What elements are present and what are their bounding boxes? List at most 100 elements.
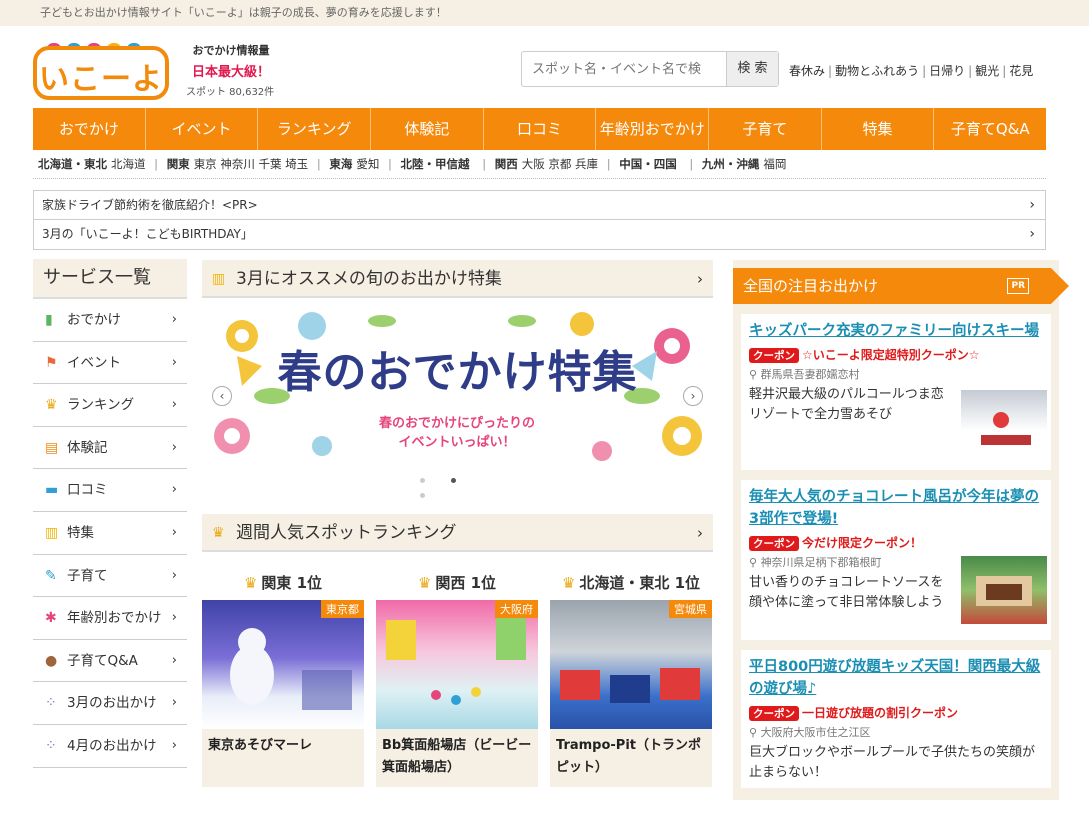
chevron-right-icon: › <box>697 524 703 542</box>
nav-item[interactable]: 子育てQ&A <box>934 108 1046 150</box>
nav-item[interactable]: 体験記 <box>371 108 484 150</box>
nav-item[interactable]: 年齢別おでかけ <box>596 108 710 150</box>
featured-card-title[interactable]: 毎年大人気のチョコレート風呂が今年は夢の3部作で登場! <box>749 486 1043 530</box>
area-pref[interactable]: 埼玉 <box>285 157 308 171</box>
flag-icon: ⚑ <box>45 354 58 371</box>
photo-illustration <box>230 628 352 710</box>
featured-header: 全国の注目お出かけ PR <box>733 268 1069 304</box>
ranking-title: 週間人気スポットランキング <box>236 523 457 543</box>
service-item[interactable]: ▮ おでかけ › <box>33 299 187 342</box>
area-region[interactable]: 東海 <box>329 157 352 171</box>
area-region[interactable]: 関西 <box>495 157 518 171</box>
area-region[interactable]: 北海道・東北 <box>38 157 107 171</box>
service-item[interactable]: ♛ ランキング › <box>33 384 187 427</box>
area-region[interactable]: 中国・四国 <box>619 157 677 171</box>
pin-icon: ⚲ <box>749 368 761 381</box>
location-text: ⚲ 群馬県吾妻郡嬬恋村 <box>749 368 860 381</box>
quick-link[interactable]: 日帰り <box>929 64 965 78</box>
service-item[interactable]: ⚑ イベント › <box>33 342 187 385</box>
service-item[interactable]: ● 子育てQ&A › <box>33 640 187 683</box>
carousel-dot[interactable] <box>420 493 425 498</box>
featured-photo <box>961 556 1047 624</box>
quick-link[interactable]: 春休み <box>789 64 825 78</box>
nav-item[interactable]: おでかけ <box>33 108 146 150</box>
search-input[interactable] <box>522 52 727 86</box>
chevron-right-icon: › <box>171 610 177 626</box>
search-button[interactable]: 検 索 <box>726 52 778 86</box>
ranking-card[interactable]: ♛ 関東 1位 東京都 東京あそびマーレ <box>202 566 364 787</box>
feature-title: 3月にオススメの旬のお出かけ特集 <box>236 269 502 289</box>
area-pref[interactable]: 東京 <box>194 157 217 171</box>
area-pref[interactable]: 北海道 <box>111 157 146 171</box>
logo-text: いこーよ <box>39 62 163 97</box>
chevron-right-icon: › <box>697 270 703 288</box>
notice-item[interactable]: 3月の「いこーよ！こどもBIRTHDAY」 › <box>34 220 1045 249</box>
quick-link[interactable]: 動物とふれあう <box>835 64 919 78</box>
carousel-dot[interactable] <box>420 478 425 483</box>
crown-icon: ♛ <box>561 574 576 592</box>
ranking-photo: 宮城県 <box>550 600 712 729</box>
coupon-tag: クーポン <box>749 348 799 363</box>
site-logo[interactable]: いこーよ <box>33 38 173 102</box>
ranking-photo: 大阪府 <box>376 600 538 729</box>
featured-card[interactable]: キッズパーク充実のファミリー向けスキー場 クーポン ☆いこーよ限定超特別クーポン☆… <box>741 314 1051 470</box>
chevron-right-icon: › <box>171 652 177 668</box>
spot-name: Bb箕面船場店（ビービー箕面船場店） <box>376 729 538 787</box>
carousel-next-button[interactable]: › <box>683 386 703 406</box>
notice-item[interactable]: 家族ドライブ節約術を徹底紹介！<PR> › <box>34 191 1045 220</box>
service-item[interactable]: ▤ 体験記 › <box>33 427 187 470</box>
featured-card-desc: 甘い香りのチョコレートソースを顔や体に塗って非日常体験しよう <box>749 575 944 610</box>
ranking-card[interactable]: ♛ 関西 1位 大阪府 Bb箕面船場店（ビービー箕面船場店） <box>376 566 538 787</box>
feature-header[interactable]: ▥ 3月にオススメの旬のお出かけ特集 › <box>202 260 713 298</box>
feature-banner[interactable]: 春のおでかけ特集 春のおでかけにぴったりの イベントいっぱい！ ‹ › <box>202 306 713 464</box>
crown-icon: ♛ <box>212 525 225 541</box>
area-pref[interactable]: 神奈川 <box>220 157 255 171</box>
service-list-title: サービス一覧 <box>33 259 187 299</box>
area-pref[interactable]: 大阪 <box>522 157 545 171</box>
nav-item[interactable]: イベント <box>146 108 259 150</box>
ranking-card[interactable]: ♛ 北海道・東北 1位 宮城県 Trampo-Pit（トランポピット） <box>550 566 712 787</box>
nav-item[interactable]: ランキング <box>258 108 372 150</box>
quick-link[interactable]: 観光 <box>975 64 999 78</box>
featured-card-title[interactable]: キッズパーク充実のファミリー向けスキー場 <box>749 320 1043 342</box>
service-item[interactable]: ▬ 口コミ › <box>33 469 187 512</box>
chart-icon: ▮ <box>45 312 53 328</box>
chevron-right-icon: › <box>171 737 177 753</box>
service-item[interactable]: ▥ 特集 › <box>33 512 187 555</box>
service-item[interactable]: ⁘ 4月のお出かけ › <box>33 725 187 768</box>
carousel-dot-active[interactable] <box>451 478 456 483</box>
area-pref[interactable]: 京都 <box>548 157 571 171</box>
ranking-header[interactable]: ♛ 週間人気スポットランキング › <box>202 514 713 552</box>
chevron-right-icon: › <box>171 524 177 540</box>
chevron-right-icon: › <box>171 439 177 455</box>
book-icon: ▥ <box>45 524 59 541</box>
service-item[interactable]: ✎ 子育て › <box>33 555 187 598</box>
quick-link[interactable]: 花見 <box>1009 64 1033 78</box>
ranking-heading: ♛ 関西 1位 <box>417 574 497 592</box>
carousel-prev-button[interactable]: ‹ <box>212 386 232 406</box>
featured-card[interactable]: 平日800円遊び放題キッズ天国！関西最大級の遊び場♪ クーポン 一日遊び放題の割引… <box>741 650 1051 788</box>
area-region[interactable]: 関東 <box>167 157 190 171</box>
nav-item[interactable]: 特集 <box>822 108 935 150</box>
pin-icon: ⚲ <box>749 726 761 739</box>
nav-item[interactable]: 子育て <box>709 108 822 150</box>
area-pref[interactable]: 兵庫 <box>575 157 598 171</box>
service-item[interactable]: ✱ 年齢別おでかけ › <box>33 597 187 640</box>
chevron-right-icon: › <box>1029 226 1035 242</box>
banner-subtitle: 春のおでかけにぴったりの イベントいっぱい！ <box>352 414 562 452</box>
divider <box>33 178 1046 179</box>
coupon-tag: クーポン <box>749 706 799 721</box>
main-nav: おでかけ イベント ランキング 体験記 口コミ 年齢別おでかけ 子育て 特集 子… <box>33 108 1046 150</box>
area-pref[interactable]: 愛知 <box>356 157 379 171</box>
area-region[interactable]: 北陸・甲信越 <box>401 157 470 171</box>
area-pref[interactable]: 福岡 <box>763 157 786 171</box>
nav-item[interactable]: 口コミ <box>484 108 597 150</box>
ranking-heading: ♛ 北海道・東北 1位 <box>561 574 701 592</box>
featured-card-title[interactable]: 平日800円遊び放題キッズ天国！関西最大級の遊び場♪ <box>749 656 1043 700</box>
featured-card[interactable]: 毎年大人気のチョコレート風呂が今年は夢の3部作で登場! クーポン 今だけ限定クーポ… <box>741 480 1051 640</box>
area-pref[interactable]: 千葉 <box>259 157 282 171</box>
area-region[interactable]: 九州・沖縄 <box>702 157 760 171</box>
footprint-icon: ⁘ <box>45 695 57 712</box>
service-item[interactable]: ⁘ 3月のお出かけ › <box>33 682 187 725</box>
notice-text: 家族ドライブ節約術を徹底紹介！<PR> <box>42 198 258 212</box>
